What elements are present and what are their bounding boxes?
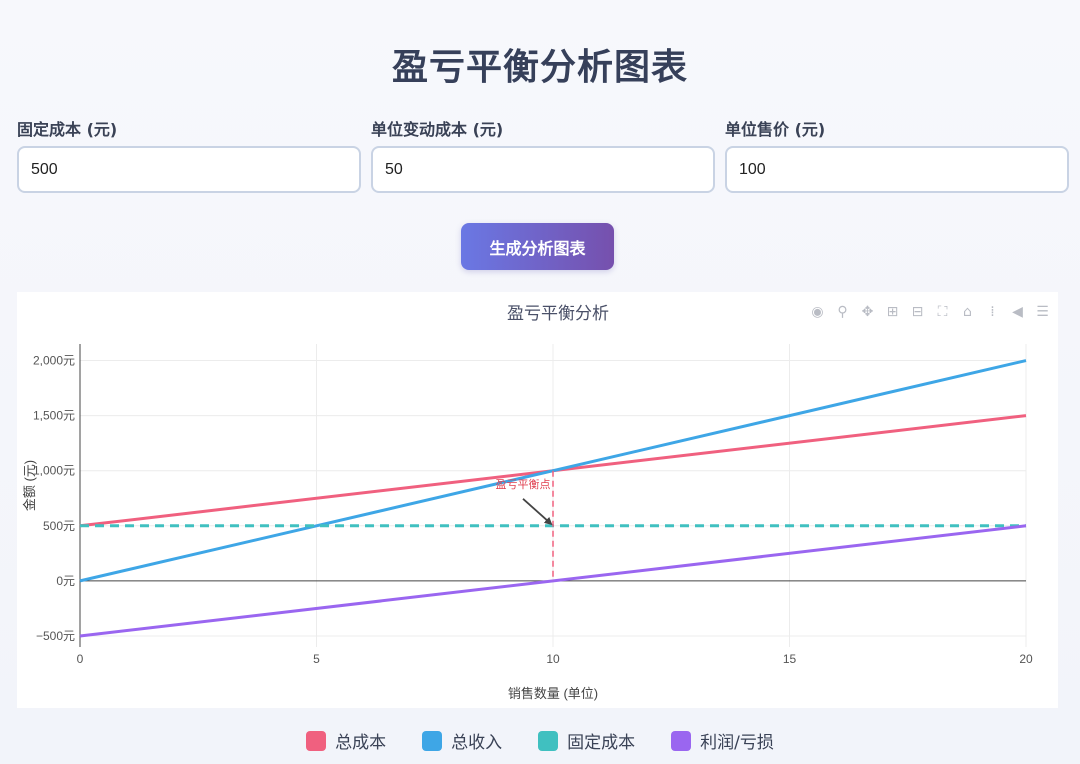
- chart-container: 0 5 10 15 20 −500元 0元 500元 1,000元 1,500元 2,000元 盈亏平…: [17, 292, 1058, 708]
- chart-modebar: ◉ ⚲ ✥ ⊞ ⊟ ⛶ ⌂ ⁞ ◀ ☰: [808, 302, 1052, 321]
- x-tick-label: 20: [1019, 652, 1033, 666]
- generate-chart-button[interactable]: 生成分析图表: [461, 223, 614, 270]
- hover-compare-icon[interactable]: ☰: [1033, 302, 1052, 321]
- fixed-cost-input[interactable]: [17, 146, 361, 193]
- y-tick-label: 1,500元: [33, 409, 75, 423]
- x-tick-label: 5: [313, 652, 320, 666]
- reset-axes-icon[interactable]: ⌂: [958, 302, 977, 321]
- fixed-cost-field: 固定成本 (元): [17, 116, 361, 193]
- chart-title: 盈亏平衡分析: [507, 304, 609, 323]
- breakeven-chart[interactable]: 0 5 10 15 20−500元0元500元1,000元1,500元2,000元盈亏平…: [17, 292, 1058, 708]
- y-tick-label: −500元: [36, 629, 75, 643]
- breakeven-label: 盈亏平衡点: [496, 478, 551, 491]
- breakeven-arrow: [522, 498, 553, 526]
- legend-label: 总收入: [451, 733, 503, 753]
- legend-label: 利润/亏损: [700, 733, 774, 753]
- legend-label: 固定成本: [567, 733, 636, 753]
- page-title: 盈亏平衡分析图表: [391, 47, 688, 88]
- spike-lines-icon[interactable]: ⁞: [983, 302, 1002, 321]
- y-tick-label: 2,000元: [33, 354, 75, 368]
- x-axis-title: 销售数量 (单位): [508, 686, 598, 701]
- camera-icon[interactable]: ◉: [808, 302, 827, 321]
- variable-cost-field: 单位变动成本 (元): [371, 116, 715, 193]
- legend-label: 总成本: [335, 733, 387, 753]
- legend-item-profit-loss[interactable]: 利润/亏损: [671, 728, 774, 753]
- legend-swatch: [422, 730, 443, 751]
- autoscale-icon[interactable]: ⛶: [933, 302, 952, 321]
- legend-item-fixed-cost[interactable]: 固定成本: [538, 728, 635, 753]
- y-tick-label: 500元: [43, 519, 75, 533]
- y-axis-title: 金额 (元): [22, 460, 37, 511]
- legend-swatch: [671, 730, 692, 751]
- y-tick-label: 0元: [56, 574, 75, 588]
- x-tick-label: 10: [546, 652, 560, 666]
- unit-price-input[interactable]: [725, 146, 1069, 193]
- zoom-in-icon[interactable]: ⊞: [883, 302, 902, 321]
- unit-price-field: 单位售价 (元): [725, 116, 1069, 193]
- chart-legend: 总成本 总收入 固定成本 利润/亏损: [0, 728, 1080, 753]
- zoom-icon[interactable]: ⚲: [833, 302, 852, 321]
- variable-cost-input[interactable]: [371, 146, 715, 193]
- x-tick-label: 0: [77, 652, 84, 666]
- unit-price-label: 单位售价 (元): [725, 120, 826, 139]
- y-tick-label: 1,000元: [33, 464, 75, 478]
- zoom-out-icon[interactable]: ⊟: [908, 302, 927, 321]
- pan-icon[interactable]: ✥: [858, 302, 877, 321]
- legend-swatch: [306, 730, 327, 751]
- fixed-cost-label: 固定成本 (元): [17, 120, 118, 139]
- x-tick-label: 15: [783, 652, 797, 666]
- legend-item-total-revenue[interactable]: 总收入: [422, 728, 502, 753]
- hover-closest-icon[interactable]: ◀: [1008, 302, 1027, 321]
- legend-swatch: [538, 730, 559, 751]
- legend-item-total-cost[interactable]: 总成本: [306, 728, 386, 753]
- variable-cost-label: 单位变动成本 (元): [371, 120, 504, 139]
